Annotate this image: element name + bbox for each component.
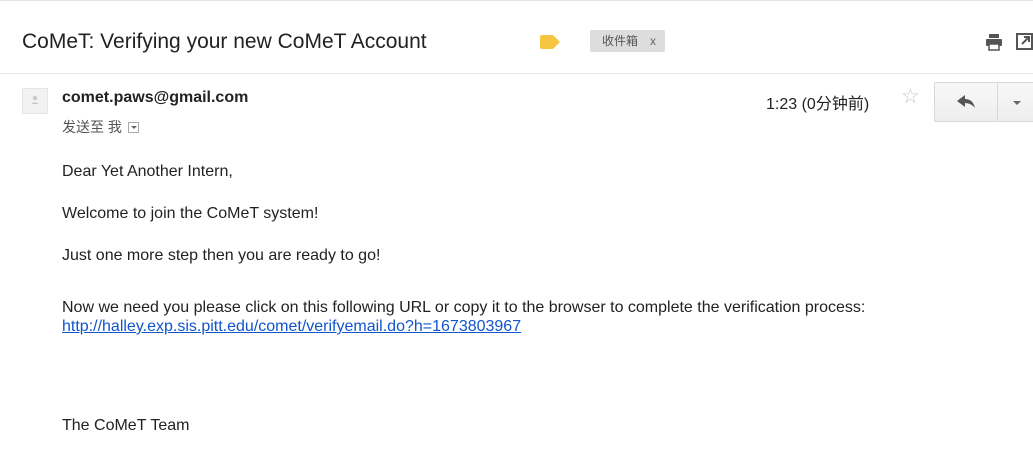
sender-email[interactable]: comet.paws@gmail.com [62, 89, 248, 107]
welcome-line: Welcome to join the CoMeT system! [62, 205, 319, 222]
header-divider [0, 73, 1033, 74]
show-details-dropdown-icon[interactable] [127, 122, 139, 133]
person-icon [22, 88, 48, 114]
star-icon[interactable]: ☆ [901, 86, 920, 108]
label-tag-icon[interactable] [540, 35, 560, 49]
instruction-text: Now we need you please click on this fol… [62, 299, 866, 316]
recipient-text: 发送至 我 [62, 119, 122, 135]
inbox-label-chip[interactable]: 收件箱 x [590, 30, 666, 52]
reply-icon [957, 95, 975, 108]
next-step-line: Just one more step then you are ready to… [62, 247, 381, 264]
reply-button[interactable] [934, 82, 998, 122]
email-timestamp: 1:23 (0分钟前) [766, 96, 870, 113]
remove-label-button[interactable]: x [650, 34, 656, 48]
top-divider [0, 0, 1033, 1]
recipient-line: 发送至 我 [62, 117, 139, 137]
email-subject: CoMeT: Verifying your new CoMeT Account [22, 30, 427, 53]
more-options-button[interactable] [997, 82, 1033, 122]
print-icon[interactable] [985, 33, 1003, 51]
greeting: Dear Yet Another Intern, [62, 163, 233, 180]
instruction-paragraph: Now we need you please click on this fol… [62, 298, 992, 336]
open-in-new-window-icon[interactable] [1016, 33, 1033, 50]
inbox-label-text: 收件箱 [602, 34, 639, 48]
verification-link[interactable]: http://halley.exp.sis.pitt.edu/comet/ver… [62, 317, 992, 336]
signature: The CoMeT Team [62, 417, 190, 434]
